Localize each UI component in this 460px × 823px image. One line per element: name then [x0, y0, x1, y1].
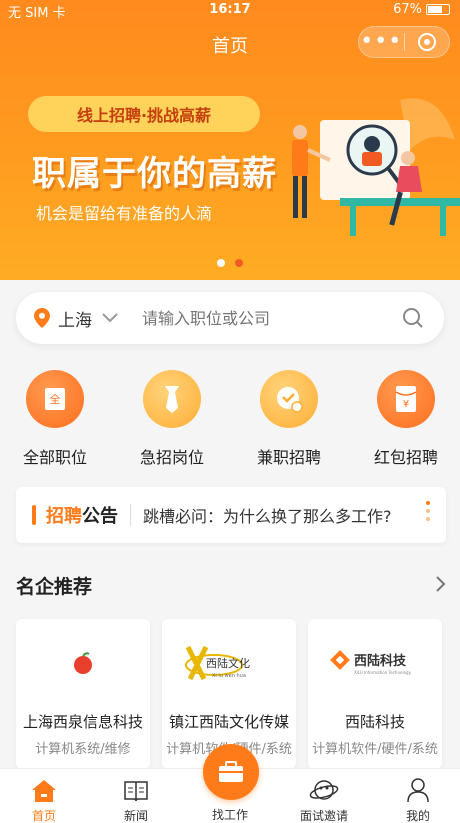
planet-icon: [284, 773, 364, 803]
company-name: 上海西泉信息科技: [22, 713, 143, 731]
scroll-indicator: [426, 501, 430, 525]
xilu-tech-logo: 西陆科技 XiLU Information Technology: [308, 619, 442, 707]
clock: 16:17: [209, 2, 251, 17]
tab-label: 面试邀请: [299, 809, 348, 823]
clock-icon: [260, 370, 318, 428]
search-bar[interactable]: 上海: [16, 292, 444, 344]
briefcase-icon: [219, 761, 243, 782]
company-card[interactable]: 上海西泉信息科技 计算机系统/维修: [16, 619, 150, 769]
section-title-featured: 名企推荐: [16, 576, 93, 598]
close-miniprogram-icon[interactable]: [405, 33, 450, 51]
home-icon: [4, 773, 84, 803]
document-icon: 全: [26, 370, 84, 428]
category-all-jobs[interactable]: 全 全部职位: [5, 370, 105, 468]
company-name: 镇江西陆文化传媒: [168, 713, 289, 731]
tab-label: 新闻: [123, 809, 148, 823]
category-grid: 全 全部职位 急招岗位 兼职招聘 ¥ 红包招聘: [0, 370, 460, 470]
red-envelope-icon: ¥: [377, 370, 435, 428]
apple-logo: [16, 619, 150, 707]
notice-message[interactable]: 跳槽必问：为什么换了那么多工作?: [143, 503, 392, 527]
search-input[interactable]: [142, 308, 382, 328]
banner-slogan: 机会是留给有准备的人滴: [36, 204, 213, 223]
notice-label: 公告: [82, 506, 118, 527]
svg-text:¥: ¥: [403, 399, 409, 410]
chevron-right-icon[interactable]: [436, 576, 446, 592]
banner-headline: 职属于你的高薪: [32, 154, 277, 194]
tab-label: 首页: [31, 809, 56, 823]
more-icon[interactable]: •••: [359, 27, 404, 57]
interview-illustration: [292, 98, 460, 236]
carousel-dot-active[interactable]: [235, 259, 243, 267]
search-icon[interactable]: [402, 307, 424, 329]
city-selector[interactable]: 上海: [34, 306, 118, 331]
tab-interview[interactable]: 面试邀请: [284, 769, 364, 823]
category-part-time[interactable]: 兼职招聘: [239, 370, 339, 468]
user-icon: [378, 773, 458, 803]
svg-text:Xi lu wen hua: Xi lu wen hua: [212, 673, 246, 679]
miniprogram-capsule[interactable]: •••: [358, 26, 450, 58]
tab-label-jobs[interactable]: 找工作: [180, 806, 280, 823]
svg-text:西陆文化: 西陆文化: [206, 656, 250, 670]
location-pin-icon: [34, 308, 50, 328]
category-label: 兼职招聘: [256, 448, 321, 467]
svg-text:XiLU Information Technology: XiLU Information Technology: [354, 670, 412, 675]
category-red-envelope[interactable]: ¥ 红包招聘: [356, 370, 456, 468]
company-industry: 计算机软件/硬件/系统: [312, 742, 438, 757]
status-bar: 无 SIM 卡 16:17 67%: [0, 0, 460, 21]
battery-icon: [426, 4, 450, 15]
battery-percent: 67%: [393, 2, 422, 17]
carousel-dot[interactable]: [217, 259, 225, 267]
svg-text:西陆科技: 西陆科技: [354, 653, 407, 669]
chevron-down-icon: [102, 313, 118, 323]
recruitment-notice[interactable]: 招聘 公告 跳槽必问：为什么换了那么多工作?: [16, 487, 446, 543]
banner[interactable]: 无 SIM 卡 16:17 67% 首页 ••• 线上招聘·挑战高薪 职属于你的…: [0, 0, 460, 280]
tie-icon: [143, 370, 201, 428]
xilu-culture-logo: 西陆文化 Xi lu wen hua: [162, 619, 296, 707]
book-icon: [96, 773, 176, 803]
category-label: 急招岗位: [139, 448, 204, 467]
city-label: 上海: [58, 310, 92, 331]
category-label: 红包招聘: [373, 448, 438, 467]
notice-label-highlight: 招聘: [46, 506, 82, 527]
tab-label: 我的: [405, 809, 430, 823]
tab-news[interactable]: 新闻: [96, 769, 176, 823]
tab-mine[interactable]: 我的: [378, 769, 458, 823]
svg-text:全: 全: [50, 392, 61, 406]
banner-pill: 线上招聘·挑战高薪: [28, 96, 260, 132]
company-industry: 计算机系统/维修: [35, 742, 131, 757]
find-job-button[interactable]: [203, 744, 259, 800]
company-name: 西陆科技: [344, 713, 405, 731]
company-card[interactable]: 西陆科技 XiLU Information Technology 西陆科技 计算…: [308, 619, 442, 769]
category-label: 全部职位: [22, 448, 87, 467]
tab-home[interactable]: 首页: [4, 769, 84, 823]
category-urgent[interactable]: 急招岗位: [122, 370, 222, 468]
